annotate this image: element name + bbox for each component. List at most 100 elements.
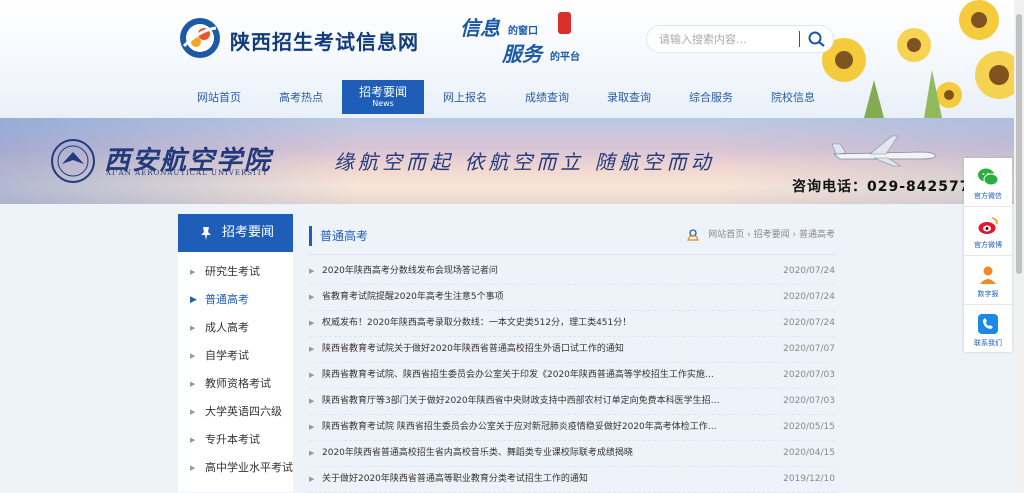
nav-item-news[interactable]: 招考要闻 News bbox=[342, 80, 424, 114]
breadcrumb-separator: › bbox=[744, 230, 754, 240]
article-row[interactable]: ▶ 2020年陕西省普通高校招生省内高校音乐类、舞蹈类专业课校际联考成绩揭晓 202… bbox=[309, 440, 835, 467]
article-date: 2020/04/15 bbox=[783, 448, 835, 458]
slogan: 信息 的窗口 服务 的平台 bbox=[460, 10, 600, 66]
arrow-right-icon: ▶ bbox=[190, 436, 196, 444]
sidebar-item-gaokao[interactable]: ▶ 普通高考 bbox=[178, 286, 293, 314]
float-label: 官方微信 bbox=[974, 192, 1002, 200]
nav-item-hot[interactable]: 高考热点 bbox=[260, 80, 342, 114]
search-input[interactable] bbox=[659, 30, 799, 48]
nav-item-home[interactable]: 网站首页 bbox=[178, 80, 260, 114]
slogan-line2: 服务 bbox=[502, 42, 542, 66]
bullet-icon: ▶ bbox=[309, 423, 315, 431]
sidebar-item-label: 大学英语四六级 bbox=[205, 405, 282, 418]
nav-label: 招考要闻 bbox=[358, 85, 407, 99]
arrow-right-icon: ▶ bbox=[190, 464, 196, 472]
breadcrumb-news[interactable]: 招考要闻 bbox=[754, 230, 790, 240]
slogan-small2: 的平台 bbox=[550, 52, 580, 63]
sidebar-item-label: 研究生考试 bbox=[205, 265, 260, 278]
seal-icon bbox=[558, 12, 571, 34]
breadcrumb-home[interactable]: 网站首页 bbox=[708, 230, 744, 240]
article-date: 2020/07/24 bbox=[783, 266, 835, 276]
float-panel: 官方微信 官方微博 数字报 联系我们 bbox=[964, 158, 1012, 352]
arrow-right-icon: ▶ bbox=[190, 352, 196, 360]
arrow-right-icon: ▶ bbox=[190, 324, 196, 332]
wechat-icon bbox=[978, 168, 999, 186]
float-item-contact[interactable]: 联系我们 bbox=[964, 305, 1012, 353]
page-scrollbar[interactable] bbox=[1014, 0, 1024, 492]
article-title: 2020年陕西省普通高校招生省内高校音乐类、舞蹈类专业课校际联考成绩揭晓 bbox=[322, 448, 633, 458]
site-name: 陕西招生考试信息网 bbox=[230, 30, 419, 54]
article-row[interactable]: ▶ 关于做好2020年陕西省普通高等职业教育分类考试招生工作的通知 2019/12/… bbox=[309, 466, 835, 493]
article-title: 2020年陕西高考分数线发布会现场答记者问 bbox=[322, 266, 498, 276]
sidebar-item-cet[interactable]: ▶ 大学英语四六级 bbox=[178, 398, 293, 426]
article-date: 2020/07/03 bbox=[783, 396, 835, 406]
sidebar-item-academic[interactable]: ▶ 高中学业水平考试 bbox=[178, 454, 293, 482]
sidebar-item-teacher[interactable]: ▶ 教师资格考试 bbox=[178, 370, 293, 398]
breadcrumb-separator: › bbox=[789, 230, 799, 240]
sidebar-item-label: 教师资格考试 bbox=[205, 377, 271, 390]
float-label: 联系我们 bbox=[974, 339, 1002, 347]
nav-label: 院校信息 bbox=[771, 91, 815, 104]
float-item-wechat[interactable]: 官方微信 bbox=[964, 158, 1012, 207]
bullet-icon: ▶ bbox=[309, 293, 315, 301]
search-icon[interactable] bbox=[807, 30, 827, 48]
float-label: 官方微博 bbox=[974, 241, 1002, 249]
breadcrumb-current[interactable]: 普通高考 bbox=[799, 230, 835, 240]
nav-label: 高考热点 bbox=[279, 91, 323, 104]
arrow-right-icon: ▶ bbox=[190, 380, 196, 388]
search-divider bbox=[799, 31, 800, 47]
article-row[interactable]: ▶ 陕西省教育考试院、陕西省招生委员会办公室关于印发《2020年陕西普通高等学校招… bbox=[309, 362, 835, 389]
scrollbar-thumb[interactable] bbox=[1016, 14, 1022, 274]
sidebar-item-adult[interactable]: ▶ 成人高考 bbox=[178, 314, 293, 342]
bullet-icon: ▶ bbox=[309, 371, 315, 379]
bullet-icon: ▶ bbox=[309, 397, 315, 405]
article-title: 权威发布！2020年陕西高考录取分数线：一本文史类512分，理工类451分！ bbox=[322, 318, 632, 328]
banner-motto: 缘航空而起 依航空而立 随航空而动 bbox=[334, 150, 715, 174]
article-title: 陕西省教育考试院、陕西省招生委员会办公室关于印发《2020年陕西普通高等学校招生… bbox=[322, 370, 722, 380]
content-area: 招考要闻 ▶ 研究生考试 ▶ 普通高考 ▶ 成人高考 ▶ 自学考试 ▶ 教师资格考试 ▶ 大… bbox=[0, 204, 1024, 493]
sidebar-item-label: 自学考试 bbox=[205, 349, 249, 362]
nav-sublabel: News bbox=[372, 99, 394, 108]
college-emblem-icon bbox=[51, 139, 95, 183]
newspaper-icon bbox=[980, 266, 996, 284]
weibo-icon bbox=[978, 217, 998, 234]
sidebar-item-self-study[interactable]: ▶ 自学考试 bbox=[178, 342, 293, 370]
float-item-weibo[interactable]: 官方微博 bbox=[964, 207, 1012, 256]
nav-label: 录取查询 bbox=[607, 91, 651, 104]
sidebar-item-graduate[interactable]: ▶ 研究生考试 bbox=[178, 258, 293, 286]
nav-item-register[interactable]: 网上报名 bbox=[424, 80, 506, 114]
arrow-right-icon: ▶ bbox=[190, 268, 196, 276]
nav-item-colleges[interactable]: 院校信息 bbox=[752, 80, 834, 114]
section-title: 普通高考 bbox=[309, 226, 368, 246]
article-row[interactable]: ▶ 2020年陕西高考分数线发布会现场答记者问 2020/07/24 bbox=[309, 258, 835, 285]
article-title: 陕西省教育厅等3部门关于做好2020年陕西省中央财政支持中西部农村订单定向免费本… bbox=[322, 396, 722, 406]
college-name-en: XI'AN AERONAUTICAL UNIVERSITY bbox=[106, 169, 269, 177]
article-row[interactable]: ▶ 省教育考试院提醒2020年高考生注意5个事项 2020/07/24 bbox=[309, 284, 835, 311]
article-title: 关于做好2020年陕西省普通高等职业教育分类考试招生工作的通知 bbox=[322, 474, 588, 484]
nav-item-admission[interactable]: 录取查询 bbox=[588, 80, 670, 114]
article-row[interactable]: ▶ 权威发布！2020年陕西高考录取分数线：一本文史类512分，理工类451分！ 2… bbox=[309, 310, 835, 337]
article-date: 2019/12/10 bbox=[783, 474, 835, 484]
site-logo[interactable]: 陕西招生考试信息网 bbox=[178, 16, 428, 64]
nav-label: 综合服务 bbox=[689, 91, 733, 104]
hotline: 咨询电话：029-8425777 bbox=[792, 179, 982, 195]
sidebar-item-label: 高中学业水平考试 bbox=[205, 461, 293, 474]
sidebar-title: 招考要闻 bbox=[222, 225, 275, 240]
college-banner[interactable]: 西安航空学院 XI'AN AERONAUTICAL UNIVERSITY 缘航空… bbox=[0, 118, 1024, 204]
article-row[interactable]: ▶ 陕西省教育考试院 陕西省招生委员会办公室关于应对新冠肺炎疫情稳妥做好2020年… bbox=[309, 414, 835, 441]
nav-item-services[interactable]: 综合服务 bbox=[670, 80, 752, 114]
pin-icon bbox=[201, 227, 211, 240]
article-date: 2020/07/07 bbox=[783, 344, 835, 354]
float-item-newspaper[interactable]: 数字报 bbox=[964, 256, 1012, 305]
article-date: 2020/07/03 bbox=[783, 370, 835, 380]
arrow-right-icon: ▶ bbox=[190, 295, 197, 305]
bullet-icon: ▶ bbox=[309, 449, 315, 457]
sidebar-item-label: 成人高考 bbox=[205, 321, 249, 334]
article-date: 2020/07/24 bbox=[783, 292, 835, 302]
sidebar-item-upgrade[interactable]: ▶ 专升本考试 bbox=[178, 426, 293, 454]
article-row[interactable]: ▶ 陕西省教育考试院关于做好2020年陕西省普通高校招生外语口试工作的通知 2020… bbox=[309, 336, 835, 363]
nav-item-scores[interactable]: 成绩查询 bbox=[506, 80, 588, 114]
nav-label: 成绩查询 bbox=[525, 91, 569, 104]
site-header: 陕西招生考试信息网 信息 的窗口 服务 的平台 网站首页 高考热点 招考要闻 N… bbox=[0, 0, 1024, 118]
article-row[interactable]: ▶ 陕西省教育厅等3部门关于做好2020年陕西省中央财政支持中西部农村订单定向免费… bbox=[309, 388, 835, 415]
